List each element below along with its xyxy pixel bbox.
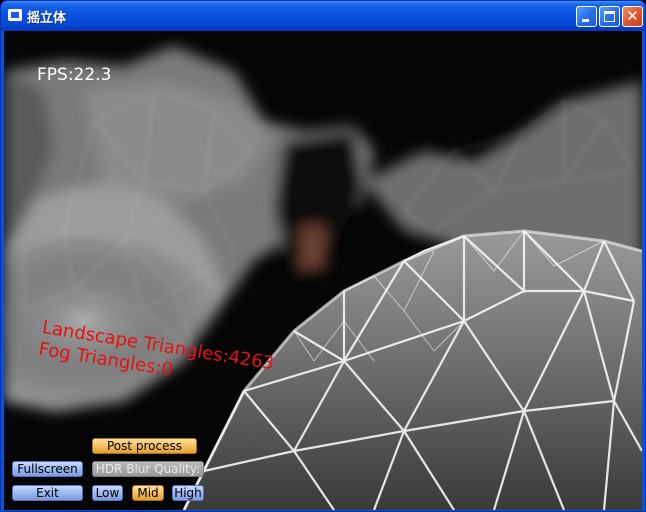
- maximize-button[interactable]: [599, 6, 620, 27]
- quality-mid-button[interactable]: Mid: [132, 485, 164, 501]
- fps-counter: FPS:22.3: [37, 65, 112, 85]
- maximize-icon: [604, 11, 615, 22]
- minimize-icon: [582, 19, 589, 22]
- post-process-button[interactable]: Post process: [92, 438, 197, 454]
- quality-low-button[interactable]: Low: [92, 485, 123, 501]
- quality-high-button[interactable]: High: [172, 485, 204, 501]
- minimize-button[interactable]: [576, 6, 597, 27]
- window-title: 摇立体: [27, 11, 67, 26]
- close-button[interactable]: ✕: [622, 6, 643, 27]
- hdr-blur-quality-button[interactable]: HDR Blur Quality:: [92, 461, 204, 477]
- fullscreen-button[interactable]: Fullscreen: [12, 461, 83, 477]
- close-icon: ✕: [626, 7, 639, 25]
- title-bar[interactable]: 摇立体 ✕: [1, 1, 645, 31]
- app-window: 摇立体 ✕ FPS:22.3 Landscape Triangles:4263 …: [0, 0, 646, 512]
- window-app-icon[interactable]: [8, 9, 22, 21]
- render-viewport[interactable]: FPS:22.3 Landscape Triangles:4263 Fog Tr…: [4, 31, 642, 510]
- exit-button[interactable]: Exit: [12, 485, 83, 501]
